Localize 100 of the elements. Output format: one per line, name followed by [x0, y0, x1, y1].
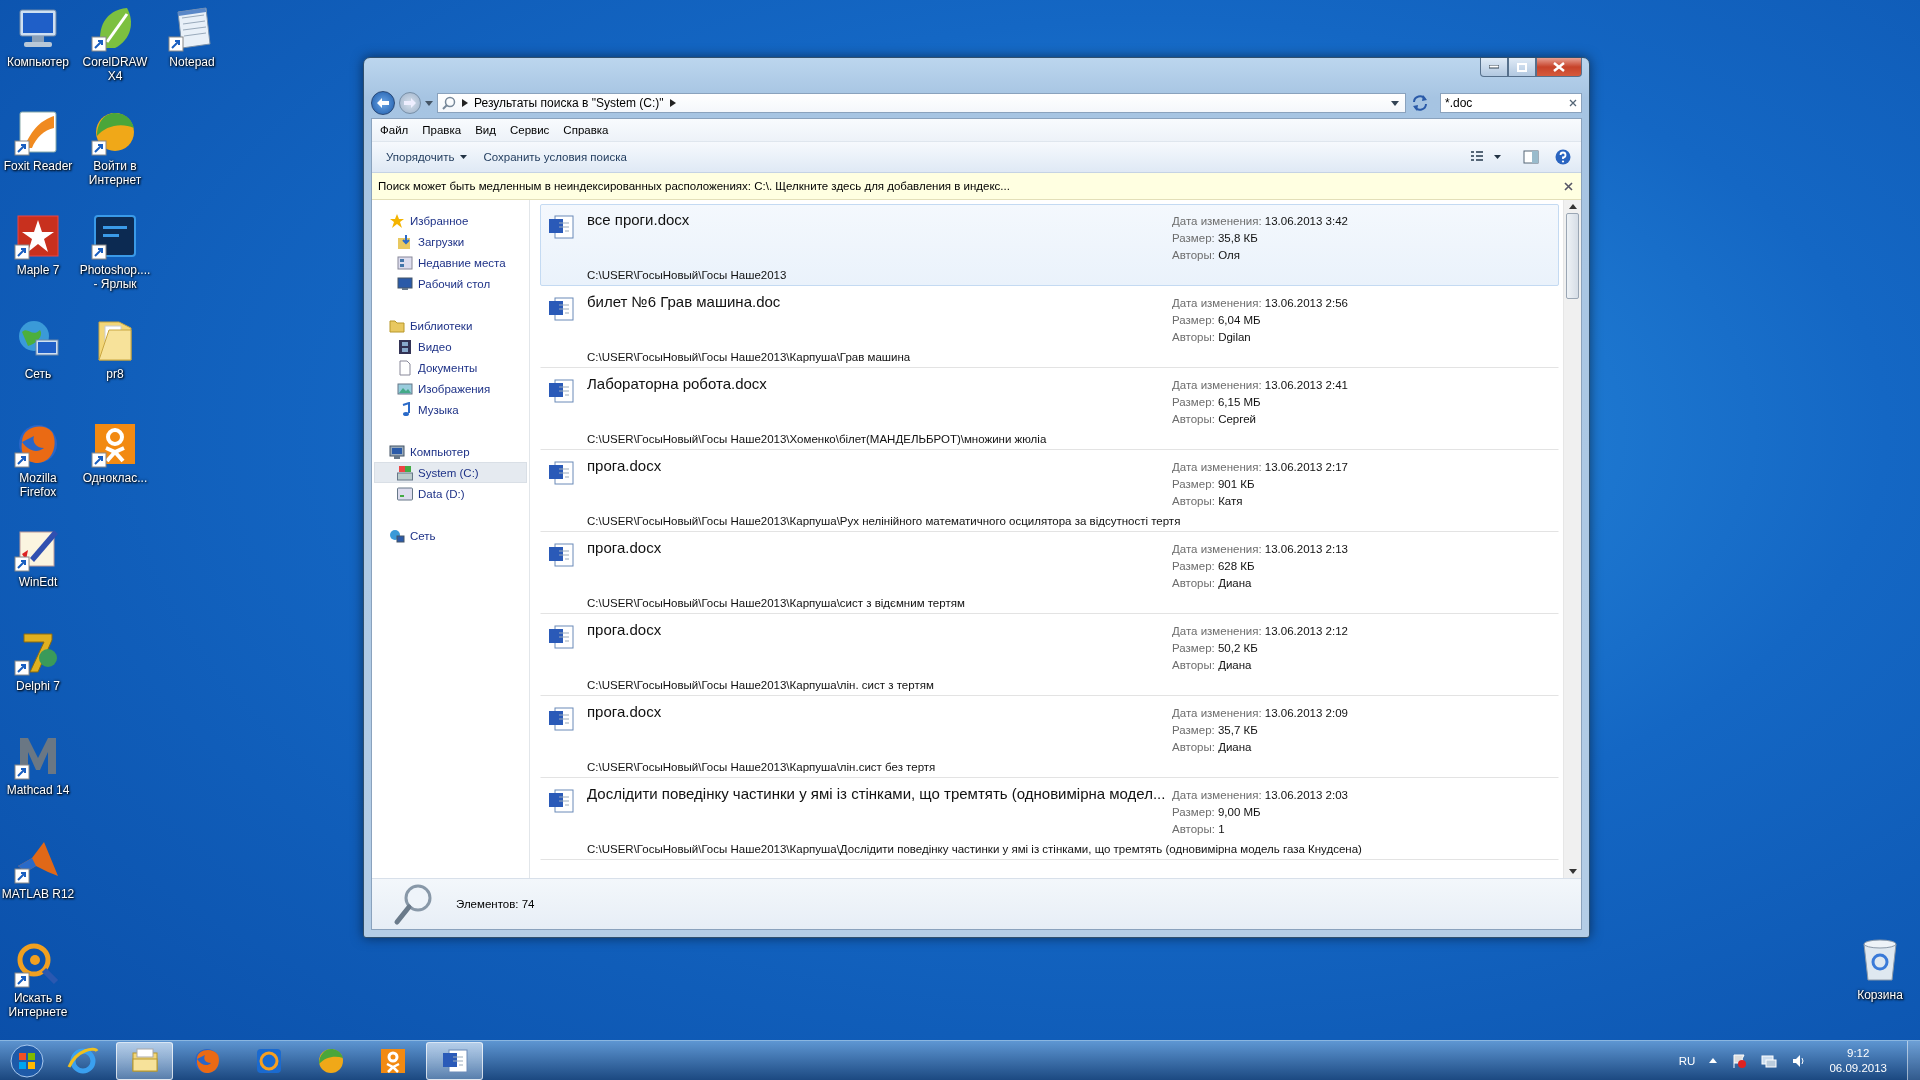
detail-text: Авторы: Диана — [1172, 658, 1253, 673]
detail-text: Размер: 35,8 КБ — [1172, 231, 1259, 246]
close-button[interactable] — [1536, 58, 1582, 77]
nav-item[interactable]: Сеть — [374, 525, 527, 546]
picture-icon — [397, 380, 413, 397]
detail-text: Авторы: Сергей — [1172, 412, 1257, 427]
icon-label: Photoshop.... - Ярлык — [78, 263, 152, 291]
menu-item[interactable]: Вид — [469, 124, 502, 136]
icon-label: CorelDRAW X4 — [81, 55, 149, 83]
search-field[interactable]: *.doc — [1440, 93, 1582, 113]
detail-text: Дата изменения: 13.06.2013 2:13 — [1172, 542, 1349, 557]
search-text: *.doc — [1445, 96, 1473, 110]
organize-button[interactable]: Упорядочить — [378, 146, 476, 168]
show-desktop-button[interactable] — [1907, 1040, 1920, 1080]
nav-item[interactable]: Музыка — [374, 399, 527, 420]
nav-item[interactable]: Рабочий стол — [374, 273, 527, 294]
minimize-button[interactable] — [1480, 58, 1508, 77]
network-icon — [389, 527, 405, 544]
scroll-down-icon[interactable] — [1568, 869, 1577, 874]
nav-item[interactable]: Документы — [374, 357, 527, 378]
search-icon — [442, 96, 456, 110]
icon-label: Сеть — [24, 367, 52, 381]
result-item[interactable]: прога.docx Дата изменения: 13.06.2013 2:13 Размер: 628 КБ Авторы: Диана C:\USER\ГосыНовый\Госы Наше2013\Карпуша\сист з відємним тертям — [540, 532, 1559, 614]
nav-item[interactable]: Библиотеки — [374, 315, 527, 336]
tile-icon[interactable] — [91, 212, 139, 260]
detail-text: Дата изменения: 13.06.2013 2:03 — [1172, 788, 1349, 803]
view-list-icon[interactable] — [1470, 150, 1484, 164]
recent-places-icon — [397, 254, 413, 271]
menu-item[interactable]: Правка — [416, 124, 468, 136]
orb-icon — [10, 1043, 44, 1078]
taskbar-button[interactable] — [426, 1041, 483, 1080]
result-item[interactable]: прога.docx Дата изменения: 13.06.2013 2:12 Размер: 50,2 КБ Авторы: Диана C:\USER\ГосыНовый\Госы Наше2013\Карпуша\лін. сист з тертям — [540, 614, 1559, 696]
icon-label: WinEdt — [18, 575, 58, 589]
drive-icon — [397, 464, 413, 481]
detail-text: Авторы: Диана — [1172, 740, 1253, 755]
detail-text: Размер: 901 КБ — [1172, 477, 1256, 492]
chevron-icon — [462, 99, 468, 107]
refresh-icon[interactable] — [1410, 93, 1430, 113]
detail-text: Размер: 6,04 МБ — [1172, 313, 1262, 328]
chevron-icon — [669, 99, 676, 107]
scroll-thumb[interactable] — [1566, 213, 1579, 299]
address-bar[interactable]: Результаты поиска в "System (C:)" — [437, 93, 1406, 113]
file-path: C:\USER\ГосыНовый\Госы Наше2013 — [587, 269, 788, 281]
save-search-button[interactable]: Сохранить условия поиска — [475, 146, 635, 168]
icon-label: pr8 — [106, 367, 124, 381]
menu-item[interactable]: Сервис — [503, 124, 556, 136]
menu-item[interactable]: Справка — [557, 124, 615, 136]
nav-item[interactable]: Загрузки — [374, 231, 527, 252]
detail-text: Авторы: Dgilan — [1172, 330, 1252, 345]
address-text: Результаты поиска в "System (C:)" — [474, 96, 664, 110]
nav-item[interactable]: Видео — [374, 336, 527, 357]
language-indicator[interactable]: RU — [1678, 1054, 1696, 1067]
detail-text: Авторы: Катя — [1172, 494, 1244, 509]
scroll-up-icon[interactable] — [1568, 204, 1577, 209]
file-name: все проги.docx — [587, 211, 691, 230]
info-bar[interactable]: Поиск может быть медленным в неиндексированных расположениях: C:\. Щелкните здесь для добавления в индекс... — [372, 173, 1581, 200]
caret-icon[interactable] — [1494, 155, 1501, 159]
result-item[interactable]: прога.docx Дата изменения: 13.06.2013 2:17 Размер: 901 КБ Авторы: Катя C:\USER\ГосыНовый\Госы Наше2013\Карпуша\Рух нелінійного математичного осцилятора за відсутності тертя — [540, 450, 1559, 532]
nav-item[interactable]: Избранное — [374, 210, 527, 231]
file-path: C:\USER\ГосыНовый\Госы Наше2013\Карпуша\Рух нелінійного математичного осцилятора за відсутності тертя — [587, 515, 1182, 527]
file-name: прога.docx — [587, 457, 663, 476]
detail-text: Размер: 50,2 КБ — [1172, 641, 1259, 656]
icon-label: Корзина — [1857, 988, 1903, 1002]
clear-icon[interactable] — [1569, 99, 1577, 107]
icon-label: Mathcad 14 — [6, 783, 70, 797]
icon-label: Одноклас... — [82, 471, 148, 485]
detail-text: Размер: 35,7 КБ — [1172, 723, 1259, 738]
caret-icon[interactable] — [1391, 100, 1399, 106]
result-item[interactable]: билет №6 Грав машина.doc Дата изменения: 13.06.2013 2:56 Размер: 6,04 МБ Авторы: Dgilan C:\USER\ГосыНовый\Госы Наше2013\Карпуша\Грав машина — [540, 286, 1559, 368]
clock[interactable]: 9:12 06.09.2013 — [1829, 1045, 1887, 1076]
icon-label: Искать в Интернете — [7, 991, 69, 1019]
maximize-button[interactable] — [1508, 58, 1536, 77]
scrollbar[interactable] — [1563, 200, 1581, 878]
menu-item[interactable]: Файл — [374, 124, 415, 136]
icon-label: Delphi 7 — [16, 679, 60, 693]
caret-icon[interactable] — [1709, 1058, 1718, 1063]
taskbar-button[interactable] — [116, 1041, 173, 1080]
help-icon[interactable] — [1555, 149, 1571, 165]
nav-item[interactable]: Недавние места — [374, 252, 527, 273]
result-item[interactable]: прога.docx Дата изменения: 13.06.2013 2:09 Размер: 35,7 КБ Авторы: Диана C:\USER\ГосыНовый\Госы Наше2013\Карпуша\лін.сист без тертя — [540, 696, 1559, 778]
back-button[interactable] — [371, 91, 395, 115]
nav-item[interactable]: Изображения — [374, 378, 527, 399]
monitor-icon — [397, 275, 413, 292]
detail-text: Дата изменения: 13.06.2013 2:09 — [1172, 706, 1349, 721]
flag-icon[interactable] — [1731, 1052, 1748, 1069]
nav-item[interactable]: Data (D:) — [374, 483, 527, 504]
detail-text: Размер: 9,00 МБ — [1172, 805, 1262, 820]
result-item[interactable]: все проги.docx Дата изменения: 13.06.2013 3:42 Размер: 35,8 КБ Авторы: Оля C:\USER\ГосыНовый\Госы Наше2013 — [540, 204, 1559, 286]
result-item[interactable]: Лабораторна робота.docx Дата изменения: 13.06.2013 2:41 Размер: 6,15 МБ Авторы: Сергей C:\USER\ГосыНовый\Госы Наше2013\Хоменко\білет(МАНДЕЛЬБРОТ)\множини жюліа — [540, 368, 1559, 450]
close-icon[interactable] — [1564, 181, 1573, 191]
detail-text: Дата изменения: 13.06.2013 3:42 — [1172, 214, 1349, 229]
icon-label: Войти в Интернет — [87, 159, 143, 187]
document-icon — [397, 359, 413, 376]
file-path: C:\USER\ГосыНовый\Госы Наше2013\Карпуша\лін. сист з тертям — [587, 679, 935, 691]
nav-item[interactable]: System (C:) — [374, 462, 527, 483]
nav-item[interactable]: Компьютер — [374, 441, 527, 462]
network-icon[interactable] — [1761, 1052, 1778, 1069]
info-text: Поиск может быть медленным в неиндексированных расположениях: C:\. Щелкните здесь для добавления в индекс... — [378, 180, 1010, 192]
close-icon — [1553, 62, 1565, 72]
file-name: Дослідити поведінку частинки у ямі із стінками, що тремтять (одновимірна модел... — [587, 785, 1167, 804]
